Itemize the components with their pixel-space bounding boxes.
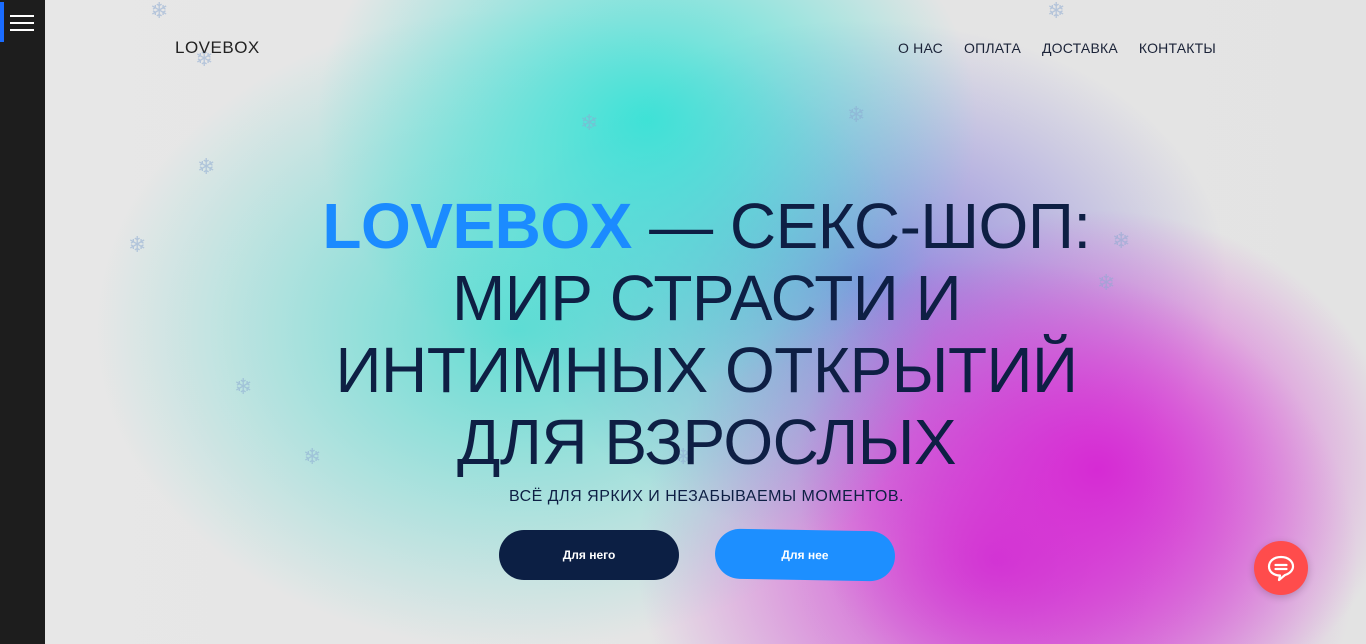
sidebar-accent bbox=[0, 2, 4, 42]
headline-line1: — СЕКС-ШОП: bbox=[631, 190, 1091, 262]
snowflake-icon: ❄ bbox=[580, 110, 599, 135]
nav-about[interactable]: О НАС bbox=[898, 40, 943, 56]
headline-brand: LOVEBOX bbox=[322, 190, 632, 262]
snowflake-icon: ❄ bbox=[197, 154, 216, 179]
hamburger-menu-icon[interactable] bbox=[10, 15, 36, 35]
snowflake-icon: ❄ bbox=[847, 102, 866, 127]
site-logo[interactable]: LOVEBOX bbox=[175, 38, 260, 58]
main-nav: О НАС ОПЛАТА ДОСТАВКА КОНТАКТЫ bbox=[898, 40, 1216, 56]
nav-delivery[interactable]: ДОСТАВКА bbox=[1042, 40, 1118, 56]
chat-bubble-icon bbox=[1267, 555, 1295, 582]
snowflake-icon: ❄ bbox=[150, 0, 169, 23]
hero-section: ❄ ❄ ❄ ❄ ❄ ❄ ❄ ❄ ❄ ❄ ❄ ❄ LOVEBOX О НАС ОП… bbox=[47, 0, 1366, 644]
hero-subtitle: ВСЁ ДЛЯ ЯРКИХ И НЕЗАБЫВАЕМЫ МОМЕНТОВ. bbox=[508, 488, 904, 505]
snowflake-icon: ❄ bbox=[1047, 0, 1066, 23]
for-him-button[interactable]: Для него bbox=[499, 530, 679, 580]
headline-line2: МИР СТРАСТИ И bbox=[451, 262, 962, 334]
chat-widget-button[interactable] bbox=[1254, 541, 1308, 595]
sidebar bbox=[0, 0, 45, 644]
headline-line3: ИНТИМНЫХ ОТКРЫТИЙ bbox=[335, 334, 1078, 406]
nav-payment[interactable]: ОПЛАТА bbox=[964, 40, 1021, 56]
nav-contacts[interactable]: КОНТАКТЫ bbox=[1139, 40, 1216, 56]
headline-line4: ДЛЯ ВЗРОСЛЫХ bbox=[456, 406, 957, 478]
for-her-button[interactable]: Для нее bbox=[714, 528, 896, 582]
hero-headline: LOVEBOX — СЕКС-ШОП: МИР СТРАСТИ И ИНТИМН… bbox=[47, 190, 1366, 478]
